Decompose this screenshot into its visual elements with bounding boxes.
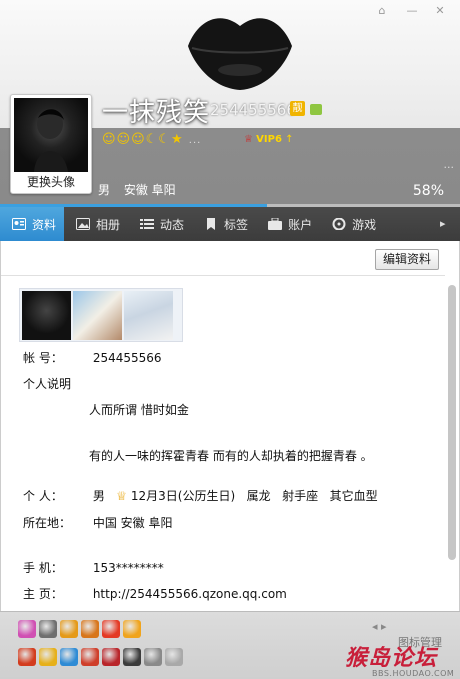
achievement-badge-icon[interactable] [60,648,78,666]
game-icon [332,217,346,231]
profile-summary: 男 安徽 阜阳 [98,181,186,198]
change-avatar-button[interactable]: 更换头像 [11,173,91,191]
account-value: 254455566 [92,351,162,365]
level-icons-glyphs: ☺☺☺☾☾★ [102,132,184,147]
photo-thumbnail[interactable] [73,291,122,340]
tab-label: 动态 [160,217,185,232]
achievement-badge-icon[interactable] [102,620,120,638]
network-status-icon[interactable] [310,104,322,115]
vip-crown-icon: ♕ [244,134,253,145]
photo-thumbnail[interactable] [124,291,173,340]
minimize-button[interactable]: — [402,4,422,20]
tab-label: 账户 [288,217,313,232]
personal-blood: 其它血型 [329,489,378,503]
homepage-link[interactable]: http://254455566.qzone.qq.com [93,587,287,601]
scrollbar-thumb[interactable] [448,285,456,560]
profile-card-icon [12,218,26,230]
completion-percent: 58% [412,183,444,199]
tab-profile-card[interactable]: 资料 [0,207,65,241]
badge-bar: ◂ ▸ 图标管理 猴岛论坛 BBS.HOUDAO.COM [0,611,460,679]
phone-row: 手 机： 153******** [23,559,164,576]
gender: 男 [98,183,111,197]
avatar[interactable]: 更换头像 [10,94,92,194]
photo-thumbnail[interactable] [22,291,71,340]
tag-icon [204,218,218,230]
achievement-badge-icon[interactable] [18,620,36,638]
tab-album[interactable]: 相册 [64,207,128,241]
personal-label: 个 人： [23,489,63,503]
achievement-badge-icon[interactable] [123,620,141,638]
tab-tag[interactable]: 标签 [192,207,256,241]
tabs-scroll-arrow-icon[interactable]: ▸ [440,207,460,241]
birthday-crown-icon: ♕ [116,489,128,503]
tab-wallet[interactable]: 账户 [256,207,320,241]
achievement-badge-icon[interactable] [123,648,141,666]
nickname: 一抹残笑 [102,97,211,127]
album-icon [76,218,91,230]
wallet-icon [268,217,283,230]
edit-profile-button[interactable]: 编辑资料 [375,249,439,270]
feed-icon [140,218,155,230]
homepage-label: 主 页： [23,587,63,601]
achievement-badge-icon[interactable] [39,620,57,638]
liang-badge-icon[interactable]: 靓 [290,101,305,116]
avatar-image [14,98,88,172]
location-value: 中国 安徽 阜阳 [92,516,173,530]
phone-value: 153******** [92,561,164,575]
watermark-url: BBS.HOUDAO.COM [372,669,455,678]
profile-content: 编辑资料 帐 号： 254455566 个人说明 人而所谓 惜时如金 有的人一味… [0,241,460,611]
achievement-badge-icon[interactable] [39,648,57,666]
personal-zodiac: 属龙 [246,489,271,503]
tab-label: 游戏 [352,217,377,232]
badge-nav-arrows[interactable]: ◂ ▸ [372,620,387,633]
bio-line: 人而所谓 惜时如金 [89,403,189,417]
tab-label: 相册 [96,217,121,232]
lips-image [188,18,292,91]
skin-button[interactable]: ⌂ [372,4,392,20]
achievement-badge-icon[interactable] [165,648,183,666]
account-row: 帐 号： 254455566 [23,349,162,366]
vip-badge[interactable]: ♕ VIP6 ↑ [244,134,293,145]
vip-up-arrow-icon: ↑ [285,134,294,145]
personal-gender: 男 [92,489,105,503]
profile-header: ⌂ — ✕ 更换头像 一抹残笑 254455566 靓 ☺☺☺☾☾★ ... ♕… [0,0,460,207]
badge-row [18,620,141,638]
location: 安徽 阜阳 [123,183,176,197]
achievement-badge-icon[interactable] [144,648,162,666]
divider [1,275,445,276]
homepage-row: 主 页： http://254455566.qzone.qq.com [23,585,287,602]
tab-bar: 资料 相册 动态 标签 账户 游戏 ▸ [0,207,460,241]
close-button[interactable]: ✕ [430,4,450,20]
achievement-badge-icon[interactable] [102,648,120,666]
tab-label: 标签 [224,217,249,232]
personal-row: 个 人： 男 ♕ 12月3日(公历生日) 属龙 射手座 其它血型 [23,487,378,504]
personal-birthday: 12月3日(公历生日) [130,489,236,503]
achievement-badge-icon[interactable] [60,620,78,638]
account-label: 帐 号： [23,351,63,365]
vip-label: VIP6 [256,134,282,145]
location-label: 所在地： [23,516,72,530]
badge-row [18,648,183,666]
achievement-badge-icon[interactable] [81,620,99,638]
header-more[interactable]: ... [444,158,455,171]
scrollbar[interactable] [447,285,457,615]
tab-game[interactable]: 游戏 [320,207,384,241]
watermark-logo: 猴岛论坛 [345,645,438,670]
personal-sign: 射手座 [282,489,319,503]
tab-feed[interactable]: 动态 [128,207,192,241]
photo-strip [19,288,183,342]
tab-label: 资料 [32,217,57,232]
achievement-badge-icon[interactable] [18,648,36,666]
location-row: 所在地： 中国 安徽 阜阳 [23,514,172,531]
qq-number: 254455566 [210,101,296,119]
achievement-badge-icon[interactable] [81,648,99,666]
bio-label: 个人说明 [23,377,72,391]
bio-line: 有的人一味的挥霍青春 而有的人却执着的把握青春 。 [89,449,373,463]
phone-label: 手 机： [23,561,63,575]
level-icons[interactable]: ☺☺☺☾☾★ ... [102,132,201,150]
level-more: ... [188,135,202,146]
